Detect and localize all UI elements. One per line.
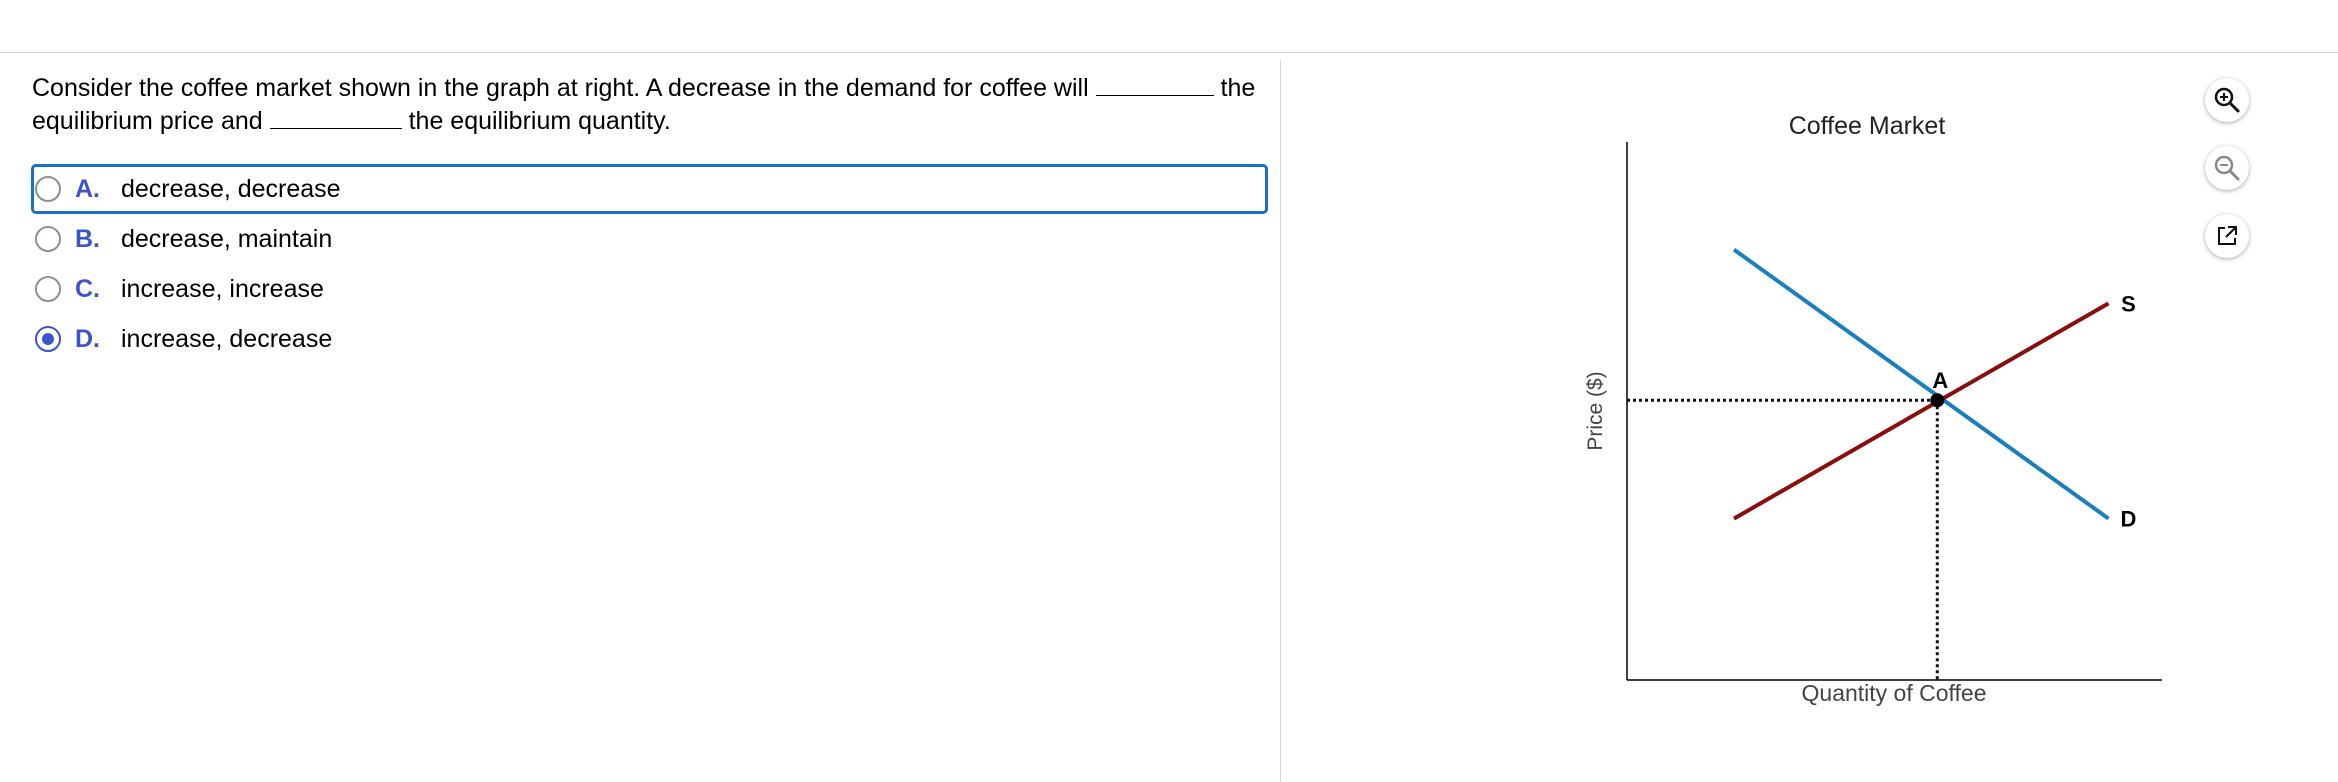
equilibrium-point [1930, 393, 1945, 408]
zoom-in-icon [2214, 87, 2240, 113]
option-c[interactable]: C. increase, increase [32, 264, 1268, 314]
option-label: increase, increase [121, 274, 324, 303]
option-b[interactable]: B. decrease, maintain [32, 214, 1268, 264]
curve-label-s: S [2121, 291, 2136, 316]
radio-d[interactable] [35, 326, 61, 352]
equilibrium-label: A [1932, 368, 1948, 393]
option-label: decrease, decrease [121, 174, 341, 203]
answer-options: A. decrease, decrease B. decrease, maint… [31, 164, 1268, 364]
y-axis-label: Price ($) [1584, 371, 1607, 450]
radio-a[interactable] [35, 176, 61, 202]
top-bar [0, 0, 2338, 53]
zoom-in-button[interactable] [2205, 78, 2249, 122]
curve-s [1733, 301, 2110, 521]
option-letter: C. [75, 274, 100, 303]
panel-divider [1280, 60, 1281, 782]
coffee-market-chart: Coffee Market Price ($) Quantity of Coff… [1584, 112, 2162, 706]
chart-title: Coffee Market [1789, 112, 1946, 140]
zoom-out-icon [2214, 155, 2240, 181]
open-in-new-window-button[interactable] [2205, 214, 2249, 258]
option-d[interactable]: D. increase, decrease [32, 314, 1268, 364]
option-a[interactable]: A. decrease, decrease [31, 164, 1268, 214]
option-letter: D. [75, 324, 100, 353]
option-letter: A. [75, 174, 100, 203]
radio-c[interactable] [35, 276, 61, 302]
external-link-icon [2218, 226, 2237, 245]
option-letter: B. [75, 224, 100, 253]
answer-blank-1 [1095, 73, 1214, 96]
zoom-out-button[interactable] [2205, 146, 2249, 190]
question-text: Consider the coffee market shown in the … [32, 72, 1272, 138]
x-axis-label: Quantity of Coffee [1802, 680, 1987, 706]
curve-label-d: D [2121, 507, 2137, 532]
question-part-1: Consider the coffee market shown in the … [32, 74, 1089, 102]
answer-blank-2 [269, 106, 402, 129]
curve-d [1732, 247, 2110, 521]
question-part-3: the equilibrium quantity. [408, 107, 671, 135]
radio-b[interactable] [35, 226, 61, 252]
option-label: increase, decrease [121, 324, 333, 353]
option-label: decrease, maintain [121, 224, 333, 253]
